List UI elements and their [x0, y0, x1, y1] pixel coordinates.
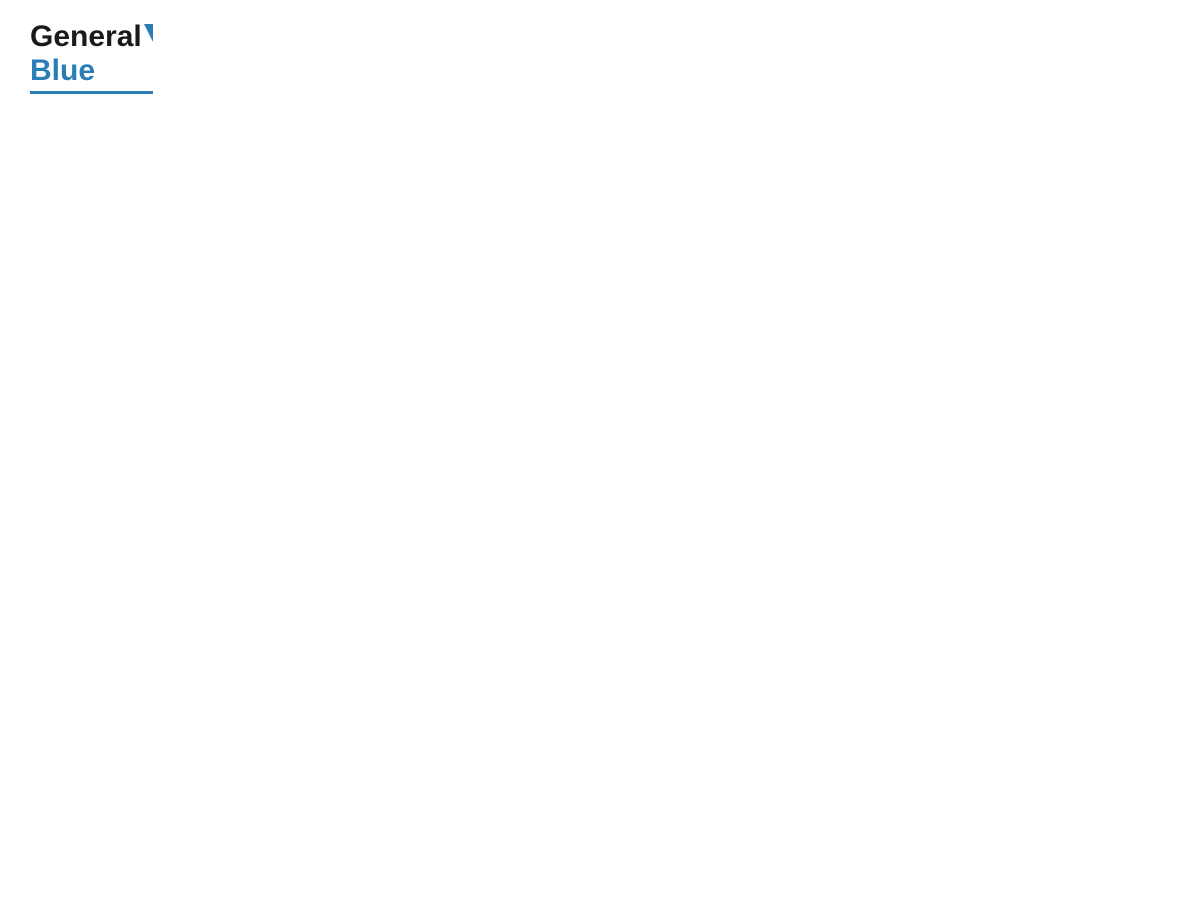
logo-underline: [30, 91, 153, 94]
logo-general-text: General: [30, 20, 142, 54]
logo: General Blue: [30, 20, 153, 94]
logo-blue-text: Blue: [30, 54, 95, 88]
logo-triangle-icon: [144, 24, 153, 42]
header: General Blue: [30, 20, 1158, 94]
